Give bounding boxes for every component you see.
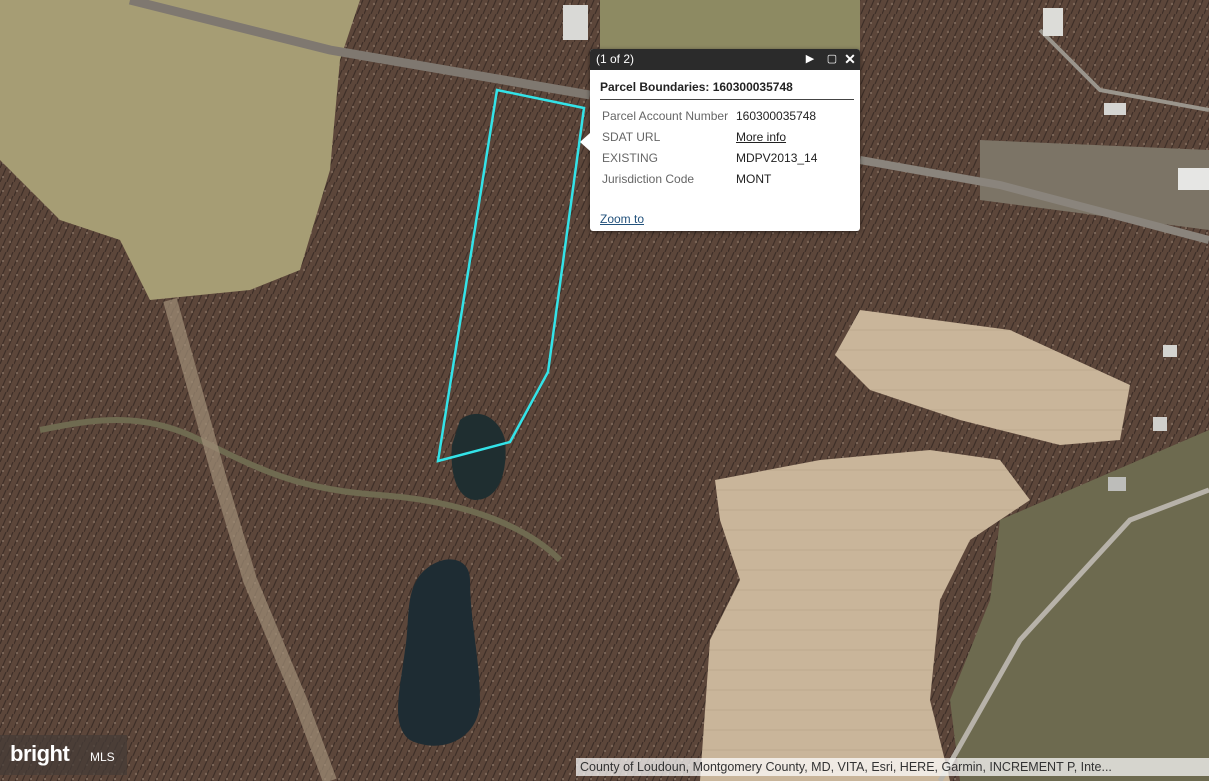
zoom-to-link[interactable]: Zoom to bbox=[600, 212, 644, 226]
attribute-value: MONT bbox=[736, 172, 772, 186]
attribute-key: Jurisdiction Code bbox=[602, 172, 695, 186]
building bbox=[1104, 103, 1126, 115]
building bbox=[1163, 345, 1177, 357]
popup-header: (1 of 2) ▶ ▢ ✕ bbox=[590, 49, 860, 70]
maximize-icon[interactable]: ▢ bbox=[825, 52, 839, 66]
popup-count: (1 of 2) bbox=[596, 52, 635, 66]
map-attribution: County of Loudoun, Montgomery County, MD… bbox=[576, 758, 1209, 776]
logo-brand: bright bbox=[10, 741, 70, 766]
bright-mls-logo: bright MLS bbox=[0, 735, 127, 775]
building bbox=[1178, 168, 1209, 190]
pond-small bbox=[451, 413, 506, 500]
more-info-link[interactable]: More info bbox=[736, 130, 786, 144]
popup-divider bbox=[600, 99, 854, 100]
popup-pointer bbox=[580, 133, 590, 151]
building bbox=[563, 5, 588, 40]
building bbox=[1153, 417, 1167, 431]
close-icon[interactable]: ✕ bbox=[843, 52, 857, 66]
attribute-key: SDAT URL bbox=[602, 130, 661, 144]
building bbox=[1043, 8, 1063, 36]
attribute-value: 160300035748 bbox=[736, 109, 817, 123]
logo-suffix: MLS bbox=[90, 750, 115, 764]
play-icon[interactable]: ▶ bbox=[803, 52, 817, 66]
attribute-key: Parcel Account Number bbox=[602, 109, 729, 123]
attribute-value: MDPV2013_14 bbox=[736, 151, 818, 165]
building bbox=[1108, 477, 1126, 491]
popup-title: Parcel Boundaries: 160300035748 bbox=[600, 80, 793, 94]
attribute-key: EXISTING bbox=[602, 151, 659, 165]
parcel-popup: (1 of 2) ▶ ▢ ✕ Parcel Boundaries: 160300… bbox=[580, 49, 860, 231]
